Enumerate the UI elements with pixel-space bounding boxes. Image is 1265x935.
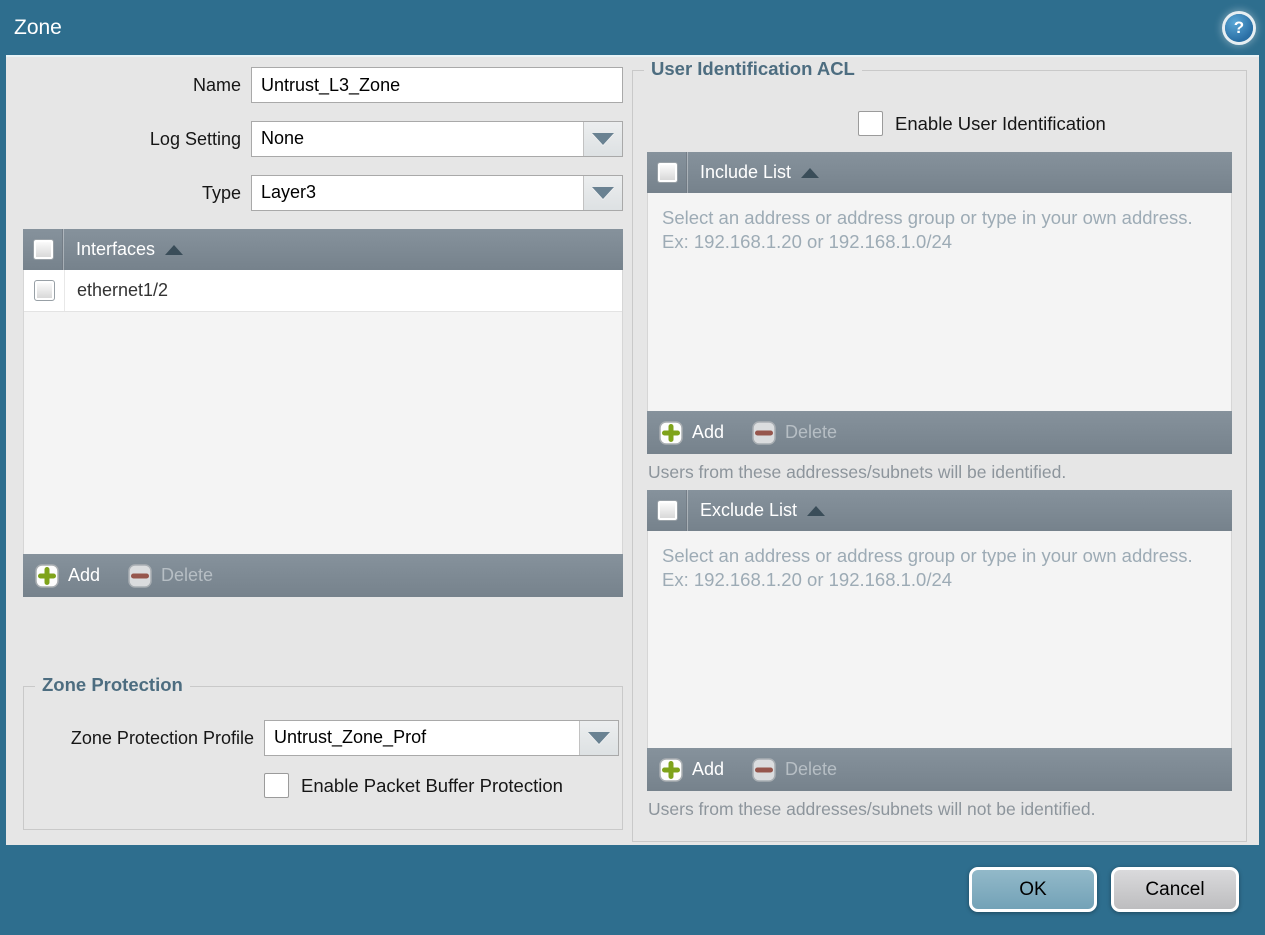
exclude-list-grid: Exclude List Select an address or addres… bbox=[647, 490, 1232, 791]
log-setting-field-row: Log Setting None bbox=[23, 121, 623, 157]
chevron-down-icon bbox=[588, 732, 610, 744]
add-label: Add bbox=[692, 759, 725, 779]
include-list-note: Users from these addresses/subnets will … bbox=[648, 462, 1067, 482]
packet-buffer-protection-label: Enable Packet Buffer Protection bbox=[301, 774, 563, 796]
interfaces-select-all-checkbox[interactable] bbox=[32, 239, 54, 260]
exclude-add-button[interactable]: Add bbox=[659, 757, 725, 782]
row-checkbox-cell bbox=[24, 270, 65, 311]
zone-dialog: { "dialog": { "title": "Zone" }, "icons"… bbox=[0, 0, 1265, 935]
user-identification-acl-section: User Identification ACL Enable User Iden… bbox=[632, 58, 1247, 842]
dialog-titlebar: Zone ? bbox=[0, 0, 1265, 55]
delete-interface-button[interactable]: Delete bbox=[128, 563, 214, 588]
name-field-row: Name bbox=[23, 67, 623, 103]
include-list-placeholder: Select an address or address group or ty… bbox=[662, 207, 1193, 253]
dialog-title: Zone bbox=[14, 15, 62, 39]
cancel-button[interactable]: Cancel bbox=[1111, 867, 1239, 912]
zone-protection-profile-value: Untrust_Zone_Prof bbox=[274, 727, 427, 747]
delete-icon bbox=[128, 563, 152, 588]
add-icon bbox=[35, 563, 59, 588]
help-icon[interactable]: ? bbox=[1225, 13, 1253, 42]
include-delete-button[interactable]: Delete bbox=[752, 420, 838, 445]
log-setting-value: None bbox=[261, 128, 305, 148]
exclude-list-placeholder: Select an address or address group or ty… bbox=[662, 545, 1193, 591]
enable-user-identification-checkbox[interactable] bbox=[858, 111, 883, 136]
exclude-list-column-header-label: Exclude List bbox=[700, 500, 798, 520]
zone-protection-profile-label: Zone Protection Profile bbox=[70, 728, 254, 748]
packet-buffer-protection-checkbox[interactable] bbox=[264, 773, 289, 798]
exclude-select-all-cell bbox=[647, 490, 688, 531]
add-icon bbox=[659, 420, 683, 445]
add-icon bbox=[659, 757, 683, 782]
add-interface-button[interactable]: Add bbox=[35, 563, 101, 588]
include-list-header[interactable]: Include List bbox=[647, 152, 1232, 193]
include-list-body[interactable]: Select an address or address group or ty… bbox=[647, 193, 1232, 411]
user-identification-acl-legend: User Identification ACL bbox=[644, 58, 862, 80]
zone-protection-profile-row: Zone Protection Profile Untrust_Zone_Pro… bbox=[24, 720, 622, 756]
name-label: Name bbox=[192, 75, 241, 95]
exclude-delete-button[interactable]: Delete bbox=[752, 757, 838, 782]
add-label: Add bbox=[692, 422, 725, 442]
add-label: Add bbox=[68, 565, 101, 585]
exclude-list-header[interactable]: Exclude List bbox=[647, 490, 1232, 531]
interfaces-column-header[interactable]: Interfaces bbox=[64, 239, 184, 260]
zone-protection-profile-dropdown-button[interactable] bbox=[579, 721, 618, 755]
ok-button[interactable]: OK bbox=[969, 867, 1097, 912]
interfaces-column-header-label: Interfaces bbox=[76, 239, 156, 259]
interfaces-grid-footer: Add Delete bbox=[23, 554, 623, 597]
table-row[interactable]: ethernet1/2 bbox=[24, 270, 622, 312]
include-list-grid: Include List Select an address or addres… bbox=[647, 152, 1232, 454]
log-setting-label: Log Setting bbox=[149, 129, 241, 149]
interfaces-select-all-cell bbox=[23, 229, 64, 270]
log-setting-dropdown-button[interactable] bbox=[583, 122, 622, 156]
packet-buffer-protection-row: Enable Packet Buffer Protection bbox=[264, 773, 622, 798]
sort-ascending-icon bbox=[807, 505, 826, 516]
exclude-select-all-checkbox[interactable] bbox=[656, 500, 678, 521]
delete-icon bbox=[752, 757, 776, 782]
delete-label: Delete bbox=[161, 565, 214, 585]
interfaces-grid-body: ethernet1/2 bbox=[23, 270, 623, 554]
delete-icon bbox=[752, 420, 776, 445]
include-add-button[interactable]: Add bbox=[659, 420, 725, 445]
type-field-row: Type Layer3 bbox=[23, 175, 623, 211]
include-list-footer: Add Delete bbox=[647, 411, 1232, 454]
interfaces-grid: Interfaces ethernet1/2 Add Delete bbox=[23, 229, 623, 597]
name-input[interactable] bbox=[251, 67, 623, 103]
type-value: Layer3 bbox=[261, 182, 317, 202]
log-setting-select[interactable]: None bbox=[251, 121, 623, 157]
dialog-body: Name Log Setting None Type Layer3 bbox=[6, 55, 1259, 845]
type-dropdown-button[interactable] bbox=[583, 176, 622, 210]
exclude-list-footer: Add Delete bbox=[647, 748, 1232, 791]
include-list-column-header-label: Include List bbox=[700, 162, 792, 182]
enable-user-identification-label: Enable User Identification bbox=[895, 112, 1106, 134]
delete-label: Delete bbox=[785, 759, 838, 779]
include-select-all-checkbox[interactable] bbox=[656, 162, 678, 183]
zone-protection-legend: Zone Protection bbox=[35, 674, 190, 696]
dialog-footer: OK Cancel bbox=[0, 845, 1265, 935]
interface-name: ethernet1/2 bbox=[77, 280, 169, 300]
help-icon-glyph: ? bbox=[1233, 17, 1245, 37]
zone-protection-profile-select[interactable]: Untrust_Zone_Prof bbox=[264, 720, 619, 756]
type-select[interactable]: Layer3 bbox=[251, 175, 623, 211]
type-label: Type bbox=[201, 183, 241, 203]
exclude-list-note: Users from these addresses/subnets will … bbox=[648, 799, 1096, 819]
left-column: Name Log Setting None Type Layer3 bbox=[11, 67, 623, 845]
exclude-list-column-header[interactable]: Exclude List bbox=[688, 500, 826, 521]
exclude-list-body[interactable]: Select an address or address group or ty… bbox=[647, 531, 1232, 748]
include-list-column-header[interactable]: Include List bbox=[688, 162, 820, 183]
zone-protection-section: Zone Protection Zone Protection Profile … bbox=[23, 674, 623, 830]
row-checkbox[interactable] bbox=[33, 280, 55, 301]
sort-ascending-icon bbox=[801, 167, 820, 178]
chevron-down-icon bbox=[592, 133, 614, 145]
sort-ascending-icon bbox=[165, 244, 184, 255]
interfaces-grid-header[interactable]: Interfaces bbox=[23, 229, 623, 270]
enable-user-identification-row: Enable User Identification bbox=[858, 111, 1232, 136]
chevron-down-icon bbox=[592, 187, 614, 199]
include-select-all-cell bbox=[647, 152, 688, 193]
delete-label: Delete bbox=[785, 422, 838, 442]
